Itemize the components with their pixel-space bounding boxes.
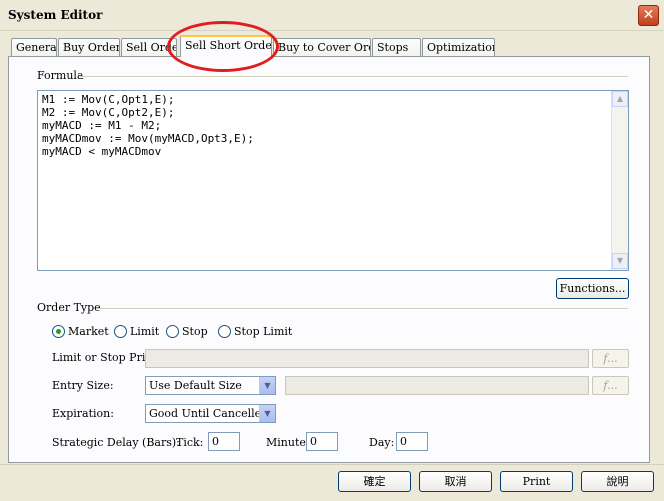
day-label: Day: xyxy=(369,436,395,449)
close-icon: ✕ xyxy=(642,7,655,23)
entry-size-select[interactable]: Use Default Size ▼ xyxy=(145,376,276,395)
scroll-up-icon[interactable]: ▲ xyxy=(612,91,628,107)
tab-label: Stops xyxy=(377,41,409,54)
cancel-button[interactable]: 取消 xyxy=(419,471,492,492)
tab-label: Optimizations xyxy=(427,41,494,54)
tab-label: Buy Order xyxy=(63,41,120,54)
tab-general[interactable]: General xyxy=(11,38,57,56)
print-button[interactable]: Print xyxy=(500,471,573,492)
radio-market-label: Market xyxy=(68,325,109,338)
footer-divider xyxy=(0,464,664,466)
order-type-group-label: Order Type xyxy=(37,301,101,314)
expiration-select[interactable]: Good Until Cancelled ▼ xyxy=(145,404,276,423)
functions-button[interactable]: Functions... xyxy=(556,278,629,299)
entry-size-label: Entry Size: xyxy=(52,379,114,392)
radio-stop-limit-label: Stop Limit xyxy=(234,325,293,338)
expiration-label: Expiration: xyxy=(52,407,114,420)
tab-optimizations[interactable]: Optimizations xyxy=(422,38,495,56)
tab-buy-to-cover-order[interactable]: Buy to Cover Order xyxy=(273,38,371,56)
entry-size-value-field[interactable] xyxy=(285,376,589,395)
tab-buy-order[interactable]: Buy Order xyxy=(58,38,120,56)
radio-limit[interactable] xyxy=(114,325,127,338)
tab-label: Buy to Cover Order xyxy=(278,41,370,54)
formula-editor[interactable]: M1 := Mov(C,Opt1,E); M2 := Mov(C,Opt2,E)… xyxy=(37,90,629,271)
tab-stops[interactable]: Stops xyxy=(372,38,421,56)
radio-limit-label: Limit xyxy=(130,325,160,338)
tick-input[interactable]: 0 xyxy=(208,432,240,451)
formula-scrollbar[interactable]: ▲ ▼ xyxy=(611,91,628,270)
chevron-down-icon[interactable]: ▼ xyxy=(259,405,275,422)
ok-button[interactable]: 確定 xyxy=(338,471,411,492)
day-input[interactable]: 0 xyxy=(396,432,428,451)
help-button[interactable]: 說明 xyxy=(581,471,654,492)
minute-input[interactable]: 0 xyxy=(306,432,338,451)
expiration-value: Good Until Cancelled xyxy=(149,407,269,420)
radio-stop[interactable] xyxy=(166,325,179,338)
tick-label: Tick: xyxy=(176,436,204,449)
limit-stop-price-field[interactable] xyxy=(145,349,589,368)
highlight-ellipse xyxy=(167,21,279,72)
strategic-delay-label: Strategic Delay (Bars): xyxy=(52,436,180,449)
minute-label: Minute: xyxy=(266,436,310,449)
radio-stop-limit[interactable] xyxy=(218,325,231,338)
order-type-group-divider xyxy=(97,308,628,310)
close-button[interactable]: ✕ xyxy=(638,5,659,26)
formula-group-label: Formula xyxy=(37,69,84,82)
formula-text[interactable]: M1 := Mov(C,Opt1,E); M2 := Mov(C,Opt2,E)… xyxy=(42,93,610,269)
chevron-down-icon[interactable]: ▼ xyxy=(259,377,275,394)
entry-size-value: Use Default Size xyxy=(149,379,242,392)
tab-label: General xyxy=(16,41,57,54)
radio-stop-label: Stop xyxy=(182,325,208,338)
limit-stop-price-fx-button[interactable]: f... xyxy=(592,349,629,368)
formula-group-divider xyxy=(80,76,628,78)
scroll-down-icon[interactable]: ▼ xyxy=(612,253,628,269)
title-bar: System Editor ✕ xyxy=(0,0,664,31)
radio-market[interactable] xyxy=(52,325,65,338)
window-title: System Editor xyxy=(8,8,103,22)
entry-size-fx-button[interactable]: f... xyxy=(592,376,629,395)
